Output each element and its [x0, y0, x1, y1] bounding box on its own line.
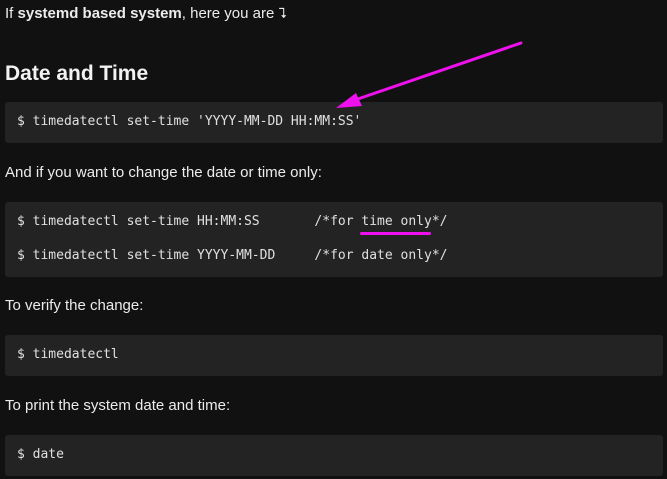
intro-prefix: If	[5, 5, 18, 22]
magenta-arrow	[350, 41, 523, 103]
arrow-down-icon: ⮧	[278, 6, 287, 22]
paragraph-change-only: And if you want to change the date or ti…	[5, 164, 322, 181]
page: If systemd based system, here you are ⮧ …	[0, 0, 667, 479]
intro-text: If systemd based system, here you are ⮧	[5, 4, 287, 24]
code-block-date: $ date	[5, 435, 663, 476]
code-block-set-time: $ timedatectl set-time 'YYYY-MM-DD HH:MM…	[5, 102, 663, 143]
intro-bold: systemd based system	[17, 5, 182, 22]
code-line: $ timedatectl set-time YYYY-MM-DD /*for …	[17, 248, 448, 263]
code-block-set-time-only: $ timedatectl set-time HH:MM:SS /*for ti…	[5, 202, 663, 277]
code-line: $ date	[17, 447, 64, 462]
code-line: $ timedatectl set-time HH:MM:SS /*for ti…	[17, 214, 448, 229]
code-line: $ timedatectl	[17, 347, 119, 362]
paragraph-verify: To verify the change:	[5, 297, 144, 314]
section-heading: Date and Time	[5, 62, 149, 85]
paragraph-print: To print the system date and time:	[5, 397, 231, 414]
code-block-verify: $ timedatectl	[5, 335, 663, 376]
intro-suffix: , here you are	[181, 5, 279, 22]
code-line: $ timedatectl set-time 'YYYY-MM-DD HH:MM…	[17, 114, 362, 129]
